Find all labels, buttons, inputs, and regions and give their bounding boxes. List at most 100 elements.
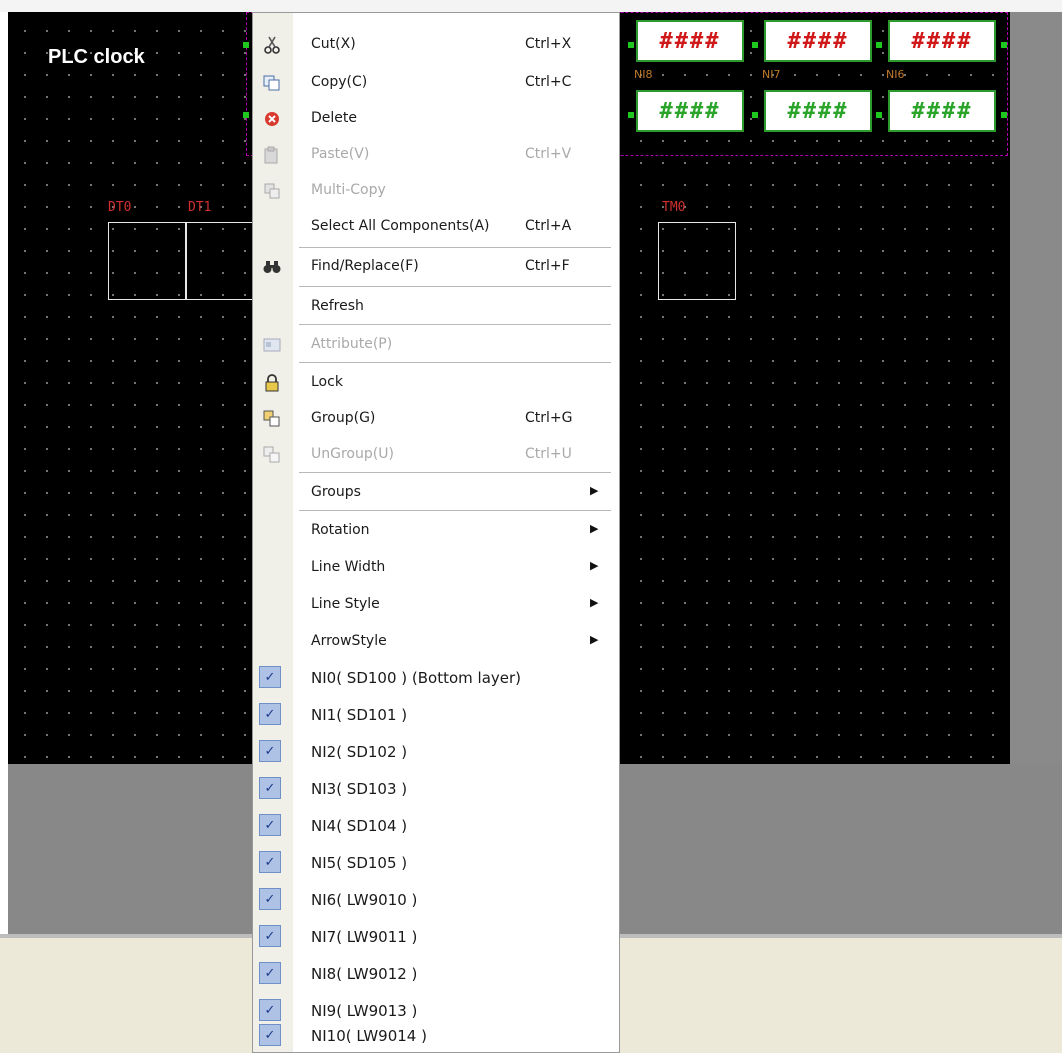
layer-item-ni7[interactable]: ✓ NI7( LW9011 ) (253, 919, 619, 955)
layer-label: NI7( LW9011 ) (311, 928, 418, 946)
layer-item-ni3[interactable]: ✓ NI3( SD103 ) (253, 771, 619, 807)
menu-item-ungroup[interactable]: UnGroup(U) Ctrl+U (253, 437, 619, 473)
layer-item-ni5[interactable]: ✓ NI5( SD105 ) (253, 845, 619, 881)
multi-copy-icon (261, 180, 283, 202)
menu-separator (299, 286, 611, 287)
layer-label: NI6( LW9010 ) (311, 891, 418, 909)
menu-item-arrow-style[interactable]: ArrowStyle ▶ (253, 624, 619, 660)
menu-item-rotation[interactable]: Rotation ▶ (253, 513, 619, 549)
menu-item-shortcut: Ctrl+A (525, 218, 572, 234)
numeric-box-text: #### (659, 28, 721, 54)
selection-handle[interactable] (628, 112, 634, 118)
selection-handle[interactable] (243, 112, 249, 118)
menu-separator (299, 472, 611, 473)
menu-item-label: Group(G) (311, 410, 376, 426)
menu-item-line-width[interactable]: Line Width ▶ (253, 550, 619, 586)
menu-item-groups[interactable]: Groups ▶ (253, 475, 619, 511)
selection-handle[interactable] (876, 112, 882, 118)
layer-item-ni0[interactable]: ✓ NI0( SD100 ) (Bottom layer) (253, 660, 619, 696)
numeric-box-ni8-top[interactable]: #### (636, 20, 744, 62)
menu-item-cut[interactable]: Cut(X) Ctrl+X (253, 27, 619, 63)
layer-item-ni10[interactable]: ✓ NI10( LW9014 ) (253, 1018, 619, 1052)
ni-tag-8: NI8 (634, 68, 653, 81)
layer-item-ni2[interactable]: ✓ NI2( SD102 ) (253, 734, 619, 770)
menu-separator (299, 324, 611, 325)
layer-label: NI2( SD102 ) (311, 743, 408, 761)
field-label-tm0: TM0 (662, 200, 686, 215)
selection-handle[interactable] (876, 42, 882, 48)
submenu-arrow-icon: ▶ (590, 596, 599, 609)
numeric-box-text: #### (911, 98, 973, 124)
numeric-box-text: #### (787, 98, 849, 124)
field-dt0[interactable] (108, 222, 186, 300)
menu-item-label: Delete (311, 110, 357, 126)
canvas-margin-right (1010, 12, 1062, 764)
checkmark-icon: ✓ (259, 777, 281, 799)
numeric-box-ni7-top[interactable]: #### (764, 20, 872, 62)
checkmark-icon: ✓ (259, 1024, 281, 1046)
top-strip (0, 0, 1062, 12)
menu-item-copy[interactable]: Copy(C) Ctrl+C (253, 65, 619, 101)
menu-item-label: Select All Components(A) (311, 218, 490, 234)
menu-item-line-style[interactable]: Line Style ▶ (253, 587, 619, 623)
layer-label: NI4( SD104 ) (311, 817, 408, 835)
checkmark-icon: ✓ (259, 703, 281, 725)
layer-item-ni4[interactable]: ✓ NI4( SD104 ) (253, 808, 619, 844)
menu-item-find-replace[interactable]: Find/Replace(F) Ctrl+F (253, 249, 619, 285)
numeric-box-ni6-bottom[interactable]: #### (888, 90, 996, 132)
checkmark-icon: ✓ (259, 925, 281, 947)
selection-handle[interactable] (1001, 112, 1007, 118)
menu-item-shortcut: Ctrl+C (525, 74, 572, 90)
menu-item-attribute[interactable]: Attribute(P) (253, 327, 619, 363)
page-title: PLC clock (48, 46, 145, 68)
menu-item-paste[interactable]: Paste(V) Ctrl+V (253, 137, 619, 173)
layer-label: NI0( SD100 ) (Bottom layer) (311, 669, 522, 687)
delete-icon (261, 108, 283, 130)
layer-label: NI10( LW9014 ) (311, 1027, 427, 1045)
menu-item-shortcut: Ctrl+G (525, 410, 573, 426)
menu-item-label: Multi-Copy (311, 182, 386, 198)
menu-item-label: Paste(V) (311, 146, 370, 162)
menu-item-label: ArrowStyle (311, 633, 387, 649)
layer-label: NI1( SD101 ) (311, 706, 408, 724)
layer-item-ni8[interactable]: ✓ NI8( LW9012 ) (253, 956, 619, 992)
checkmark-icon: ✓ (259, 740, 281, 762)
checkmark-icon: ✓ (259, 666, 281, 688)
menu-item-label: UnGroup(U) (311, 446, 394, 462)
layer-item-ni1[interactable]: ✓ NI1( SD101 ) (253, 697, 619, 733)
submenu-arrow-icon: ▶ (590, 559, 599, 572)
menu-item-shortcut: Ctrl+U (525, 446, 572, 462)
numeric-box-ni7-bottom[interactable]: #### (764, 90, 872, 132)
selection-handle[interactable] (752, 112, 758, 118)
submenu-arrow-icon: ▶ (590, 522, 599, 535)
paste-icon (261, 144, 283, 166)
menu-item-label: Copy(C) (311, 74, 368, 90)
menu-item-label: Attribute(P) (311, 336, 393, 352)
context-menu: Cut(X) Ctrl+X Copy(C) Ctrl+C Delete Past… (252, 12, 620, 1053)
menu-item-label: Groups (311, 484, 361, 500)
menu-item-label: Rotation (311, 522, 370, 538)
menu-item-delete[interactable]: Delete (253, 101, 619, 137)
field-label-dt1: DT1 (188, 200, 212, 215)
selection-handle[interactable] (243, 42, 249, 48)
numeric-box-ni8-bottom[interactable]: #### (636, 90, 744, 132)
menu-item-label: Refresh (311, 298, 364, 314)
menu-item-group[interactable]: Group(G) Ctrl+G (253, 401, 619, 437)
selection-handle[interactable] (1001, 42, 1007, 48)
menu-item-refresh[interactable]: Refresh (253, 289, 619, 325)
menu-item-lock[interactable]: Lock (253, 365, 619, 401)
ungroup-icon (261, 444, 283, 466)
menu-item-select-all[interactable]: Select All Components(A) Ctrl+A (253, 209, 619, 245)
field-tm0[interactable] (658, 222, 736, 300)
menu-item-label: Lock (311, 374, 343, 390)
layer-item-ni6[interactable]: ✓ NI6( LW9010 ) (253, 882, 619, 918)
numeric-box-text: #### (659, 98, 721, 124)
copy-icon (261, 72, 283, 94)
selection-handle[interactable] (628, 42, 634, 48)
field-label-dt0: DT0 (108, 200, 132, 215)
numeric-box-ni6-top[interactable]: #### (888, 20, 996, 62)
menu-item-label: Line Style (311, 596, 380, 612)
menu-item-multi-copy[interactable]: Multi-Copy (253, 173, 619, 209)
selection-handle[interactable] (752, 42, 758, 48)
ni-tag-7: NI7 (762, 68, 781, 81)
